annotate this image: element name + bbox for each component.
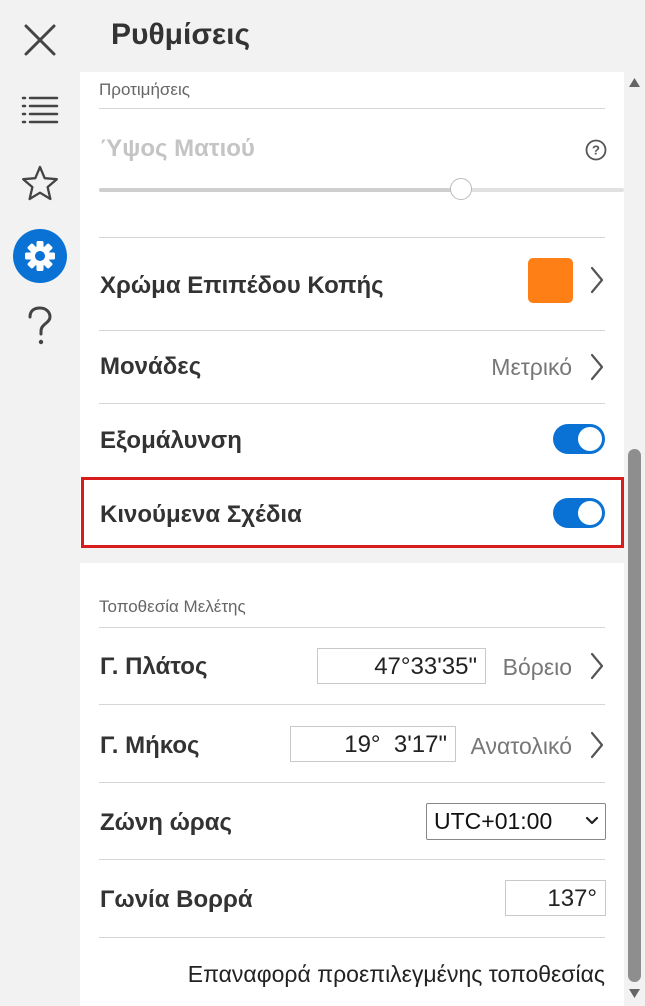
longitude-input[interactable]: 19° 3'17" [290,726,456,762]
svg-text:?: ? [592,143,600,158]
scrollbar-thumb[interactable] [628,449,641,982]
divider [99,859,605,860]
gear-icon [13,229,67,283]
cut-plane-color-label: Χρώμα Επιπέδου Κοπής [100,272,384,299]
smoothing-toggle[interactable] [553,424,605,454]
divider [99,937,605,938]
star-icon [22,165,58,201]
chevron-down-icon [585,816,599,825]
left-rail [0,0,80,1006]
slider-fill [99,188,461,192]
reset-location-button[interactable]: Επαναφορά προεπιλεγμένης τοποθεσίας [188,961,605,988]
scroll-down-arrow-icon[interactable] [628,988,641,999]
units-value: Μετρικό [491,354,572,380]
chevron-right-icon [590,353,604,381]
longitude-label: Γ. Μήκος [100,732,200,759]
section-gap [80,548,624,563]
slider-thumb[interactable] [450,178,472,200]
divider [99,403,605,404]
close-button[interactable] [8,10,72,70]
scroll-up-arrow-icon[interactable] [628,77,641,88]
help-circle-icon[interactable]: ? [585,139,607,161]
eye-height-label: Ύψος Ματιού [100,135,255,162]
time-zone-label: Ζώνη ώρας [100,809,232,836]
divider [99,627,605,628]
latitude-label: Γ. Πλάτος [100,653,208,680]
chevron-right-icon [590,266,604,294]
divider [99,704,605,705]
north-angle-label: Γωνία Βορρά [100,886,253,913]
divider [99,108,605,109]
latitude-hemisphere[interactable]: Βόρειο [503,654,572,681]
longitude-hemisphere[interactable]: Ανατολικό [471,733,572,760]
help-icon [28,306,52,345]
time-zone-value: UTC+01:00 [434,808,553,834]
page-title: Ρυθμίσεις [111,18,251,51]
time-zone-select[interactable]: UTC+01:00 [426,803,606,840]
chevron-right-icon[interactable] [589,730,605,760]
smoothing-label: Εξομάλυνση [100,427,242,454]
header: Ρυθμίσεις [80,0,645,72]
section-title-preferences: Προτιμήσεις [99,80,190,99]
favorites-button[interactable] [8,153,72,213]
eye-height-slider[interactable] [99,178,624,202]
latitude-input[interactable]: 47°33'35" [317,648,486,684]
help-button[interactable] [8,296,72,356]
cut-plane-color-row[interactable]: Χρώμα Επιπέδου Κοπής [80,238,624,330]
color-swatch[interactable] [528,258,573,303]
close-icon [24,24,56,56]
north-angle-input[interactable]: 137° [505,880,606,916]
settings-button[interactable] [8,226,72,286]
chevron-right-icon[interactable] [589,651,605,681]
list-icon [21,96,59,124]
highlight-box [81,477,624,548]
units-row[interactable]: Μονάδες Μετρικό [80,331,624,403]
section-title-study-location: Τοποθεσία Μελέτης [99,597,246,616]
units-label: Μονάδες [100,353,202,380]
toggle-knob [578,427,602,451]
list-button[interactable] [8,80,72,140]
divider [99,782,605,783]
